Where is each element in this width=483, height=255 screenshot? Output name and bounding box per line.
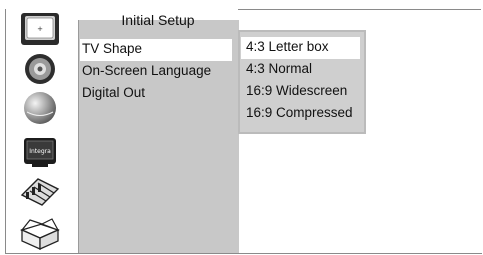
tv-shape-options: 4:3 Letter box 4:3 Normal 16:9 Widescree… (241, 37, 360, 125)
tv-screen-icon[interactable]: + (18, 12, 62, 46)
svg-text:+: + (37, 25, 43, 33)
box-icon[interactable] (18, 216, 62, 250)
menu-list: TV Shape On-Screen Language Digital Out (78, 39, 238, 105)
sidebar: + Integra (6, 10, 78, 252)
option-16-9-compressed[interactable]: 16:9 Compressed (241, 103, 360, 125)
option-4-3-normal[interactable]: 4:3 Normal (241, 59, 360, 81)
speaker-icon[interactable] (18, 52, 62, 86)
menu-item-tv-shape[interactable]: TV Shape (80, 39, 232, 61)
menu-item-digital-out[interactable]: Digital Out (78, 83, 238, 105)
top-divider (238, 9, 481, 10)
option-16-9-widescreen[interactable]: 16:9 Widescreen (241, 81, 360, 103)
integra-logo-icon[interactable]: Integra (18, 135, 62, 169)
option-4-3-letter-box[interactable]: 4:3 Letter box (241, 37, 360, 59)
equalizer-remote-icon[interactable] (18, 175, 62, 209)
menu-title: Initial Setup (121, 12, 195, 28)
globe-icon[interactable] (18, 91, 62, 125)
svg-text:Integra: Integra (29, 148, 51, 155)
menu-item-on-screen-language[interactable]: On-Screen Language (78, 61, 238, 83)
